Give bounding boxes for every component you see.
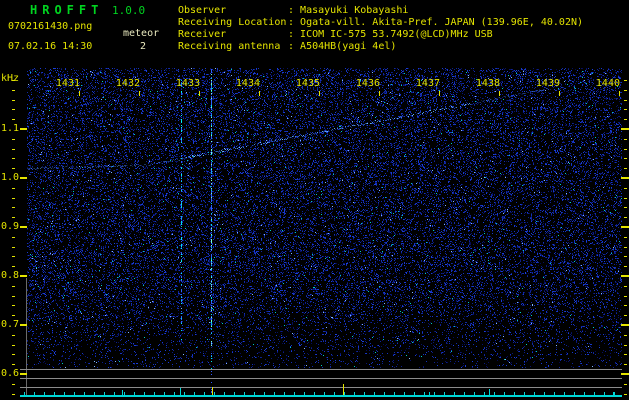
receiver-info: Observer: Masayuki Kobayashi Receiving Lo… xyxy=(178,5,583,53)
info-row: Observer: Masayuki Kobayashi xyxy=(178,5,409,16)
app-version: 1.0.0 xyxy=(112,4,146,17)
meteor-count: 2 xyxy=(140,41,147,52)
freq-axis-unit-label: kHz xyxy=(1,73,20,84)
info-row: Receiving Location: Ogata-vill. Akita-Pr… xyxy=(178,17,584,28)
spectrogram-canvas xyxy=(0,0,629,400)
time-tick-label: 1440 xyxy=(595,78,620,89)
time-tick-label: 1439 xyxy=(535,78,560,89)
time-tick-label: 1431 xyxy=(55,78,80,89)
time-tick-label: 1437 xyxy=(415,78,440,89)
filename: 0702161430.png xyxy=(8,21,93,32)
freq-tick-label: 0.8 xyxy=(0,270,19,281)
time-tick-label: 1435 xyxy=(295,78,320,89)
freq-tick-label: 1.1 xyxy=(0,123,19,134)
time-tick-label: 1432 xyxy=(115,78,140,89)
time-tick-label: 1436 xyxy=(355,78,380,89)
time-tick-label: 1433 xyxy=(175,78,200,89)
datetime: 07.02.16 14:30 xyxy=(8,41,93,52)
freq-tick-label: 1.0 xyxy=(0,172,19,183)
info-row: Receiver: ICOM IC-575 53.7492(@LCD)MHz U… xyxy=(178,29,493,40)
mode-label: meteor xyxy=(123,28,160,39)
freq-tick-label: 0.9 xyxy=(0,221,19,232)
time-tick-label: 1438 xyxy=(475,78,500,89)
info-row: Receiving antenna: A504HB(yagi 4el) xyxy=(178,41,397,52)
hrofft-screen: HROFFT 1.0.0 0702161430.png meteor 07.02… xyxy=(0,0,629,400)
app-title: HROFFT xyxy=(30,3,104,17)
time-tick-label: 1434 xyxy=(235,78,260,89)
freq-tick-label: 0.7 xyxy=(0,319,19,330)
freq-tick-label: 0.6 xyxy=(0,368,19,379)
